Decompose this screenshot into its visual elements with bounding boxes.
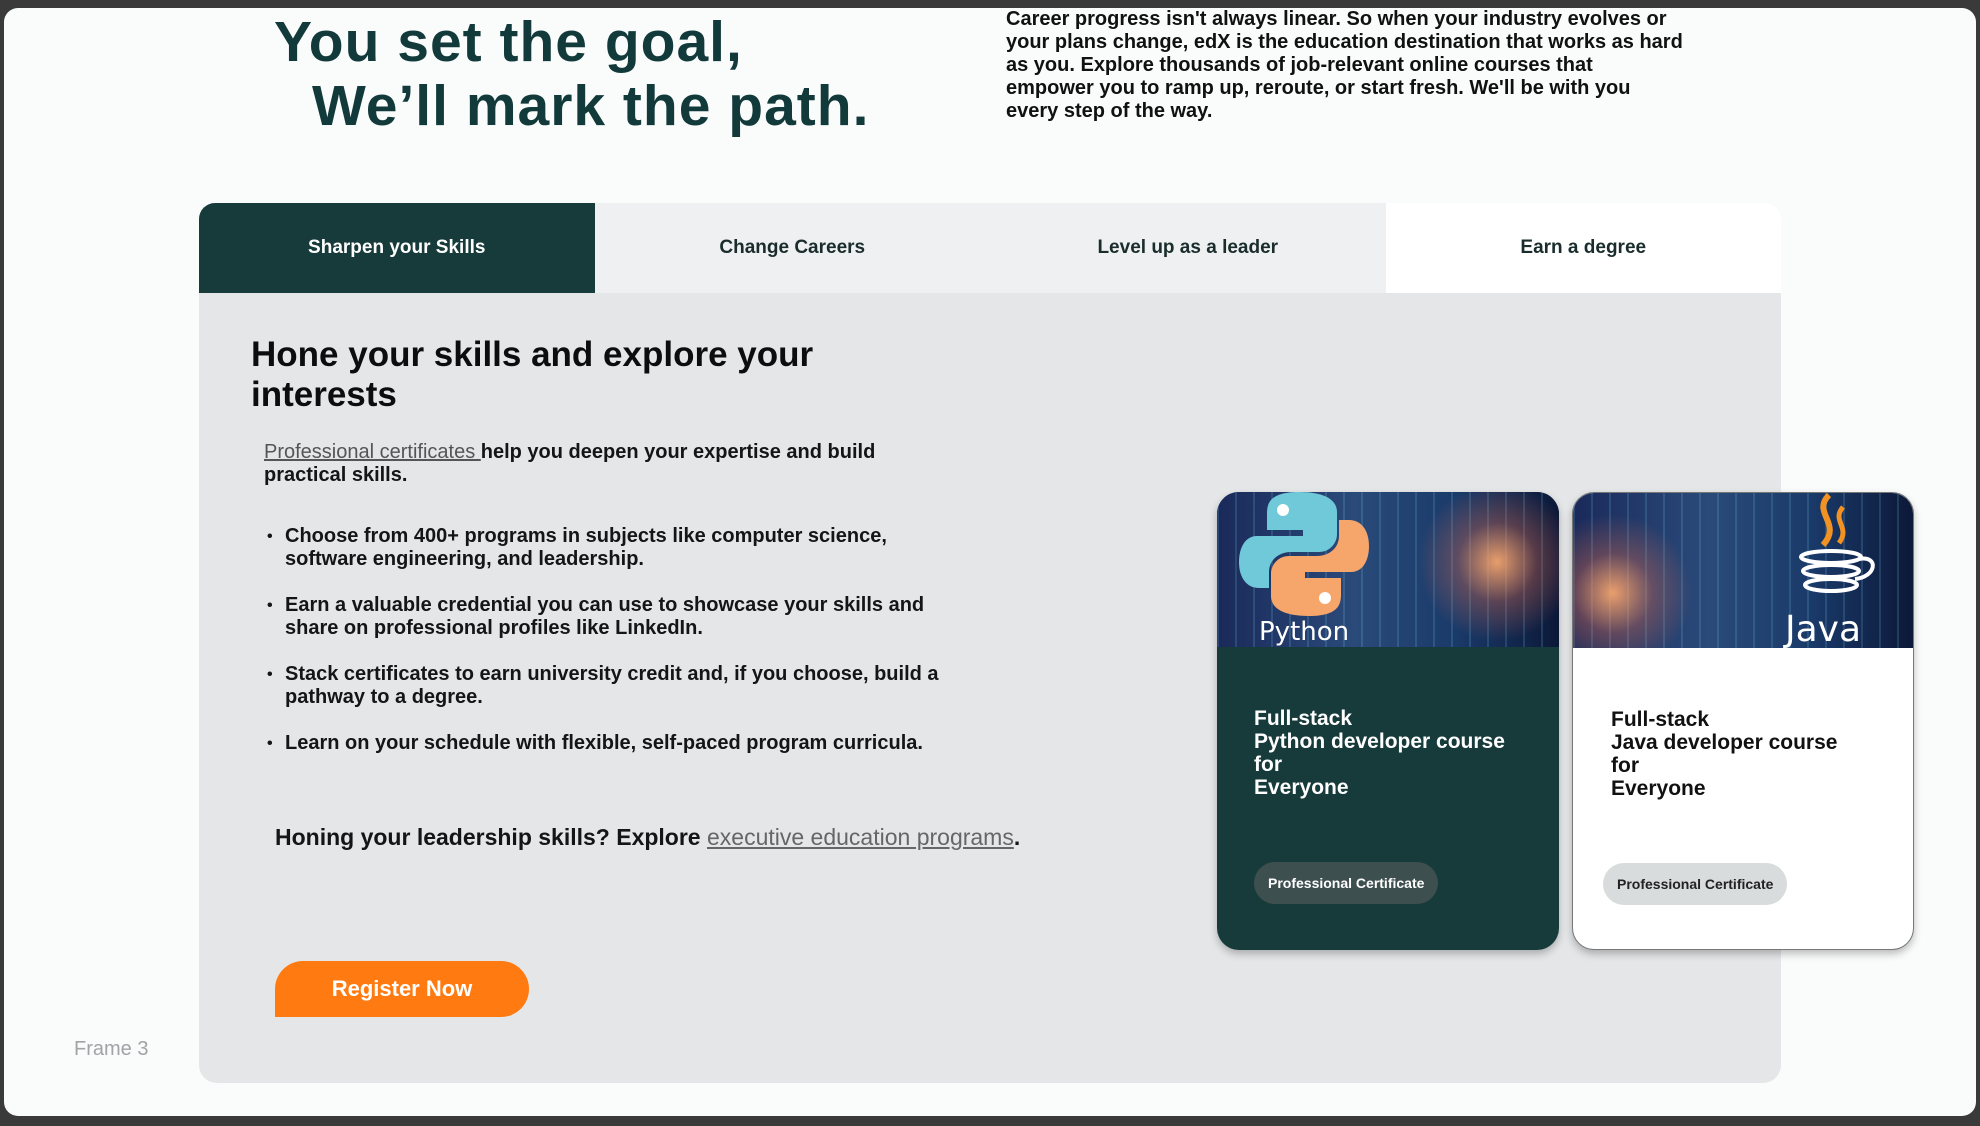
tab-panel: Sharpen your Skills Change Careers Level…	[199, 203, 1914, 1083]
java-certificate-badge: Professional Certificate	[1603, 863, 1788, 905]
java-card-title: Full-stack Java developer course for Eve…	[1611, 708, 1901, 800]
frame-label: Frame 3	[74, 1038, 149, 1060]
python-certificate-badge: Professional Certificate	[1254, 862, 1439, 904]
java-course-card[interactable]: Java Full-stack Java developer course fo…	[1572, 492, 1914, 950]
card-title-line: Everyone	[1254, 776, 1349, 799]
java-image-label: Java	[1785, 609, 1862, 648]
intro-paragraph: Professional certificates help you deepe…	[264, 441, 954, 487]
card-title-line: Full-stack	[1611, 708, 1710, 731]
hero-title-line2: We’ll mark the path.	[312, 74, 870, 138]
card-title-line: Everyone	[1611, 777, 1706, 800]
card-title-line: for	[1254, 753, 1282, 776]
professional-certificates-link[interactable]: Professional certificates	[264, 441, 481, 463]
list-item: Stack certificates to earn university cr…	[267, 663, 967, 709]
python-image-label: Python	[1259, 617, 1350, 647]
java-logo-icon	[1799, 493, 1875, 593]
card-title-line: Python developer course	[1254, 730, 1505, 753]
hero-title-line1: You set the goal,	[274, 10, 743, 74]
card-title-line: Java developer course	[1611, 731, 1838, 754]
content-heading: Hone your skills and explore your intere…	[251, 335, 814, 414]
tab-content: Hone your skills and explore your intere…	[199, 293, 1914, 1083]
hero-title: You set the goal, We’ll mark the path.	[274, 10, 869, 138]
java-card-image: Java	[1573, 493, 1913, 648]
tab-level-up-leader[interactable]: Level up as a leader	[990, 203, 1386, 293]
list-item: Earn a valuable credential you can use t…	[267, 594, 967, 640]
python-card-title: Full-stack Python developer course for E…	[1254, 707, 1544, 799]
executive-education-link[interactable]: executive education programs	[707, 824, 1014, 850]
frame: You set the goal, We’ll mark the path. C…	[4, 8, 1976, 1116]
leadership-text: Honing your leadership skills? Explore	[275, 824, 707, 850]
card-title-line: Full-stack	[1254, 707, 1353, 730]
tab-bar: Sharpen your Skills Change Careers Level…	[199, 203, 1781, 293]
register-now-button[interactable]: Register Now	[275, 961, 529, 1017]
list-item: Choose from 400+ programs in subjects li…	[267, 525, 967, 571]
benefits-list: Choose from 400+ programs in subjects li…	[267, 525, 967, 778]
python-course-card[interactable]: Python Full-stack Python developer cours…	[1217, 492, 1559, 950]
python-card-image: Python	[1217, 492, 1559, 647]
list-item: Learn on your schedule with flexible, se…	[267, 732, 967, 755]
card-title-line: for	[1611, 754, 1639, 777]
python-logo-icon	[1239, 492, 1369, 616]
leadership-end: .	[1013, 824, 1021, 850]
hero-description: Career progress isn't always linear. So …	[1006, 8, 1683, 122]
leadership-paragraph: Honing your leadership skills? Explore e…	[275, 818, 1035, 856]
tab-sharpen-skills[interactable]: Sharpen your Skills	[199, 203, 595, 293]
tab-change-careers[interactable]: Change Careers	[594, 203, 990, 293]
tab-earn-degree[interactable]: Earn a degree	[1385, 203, 1781, 293]
